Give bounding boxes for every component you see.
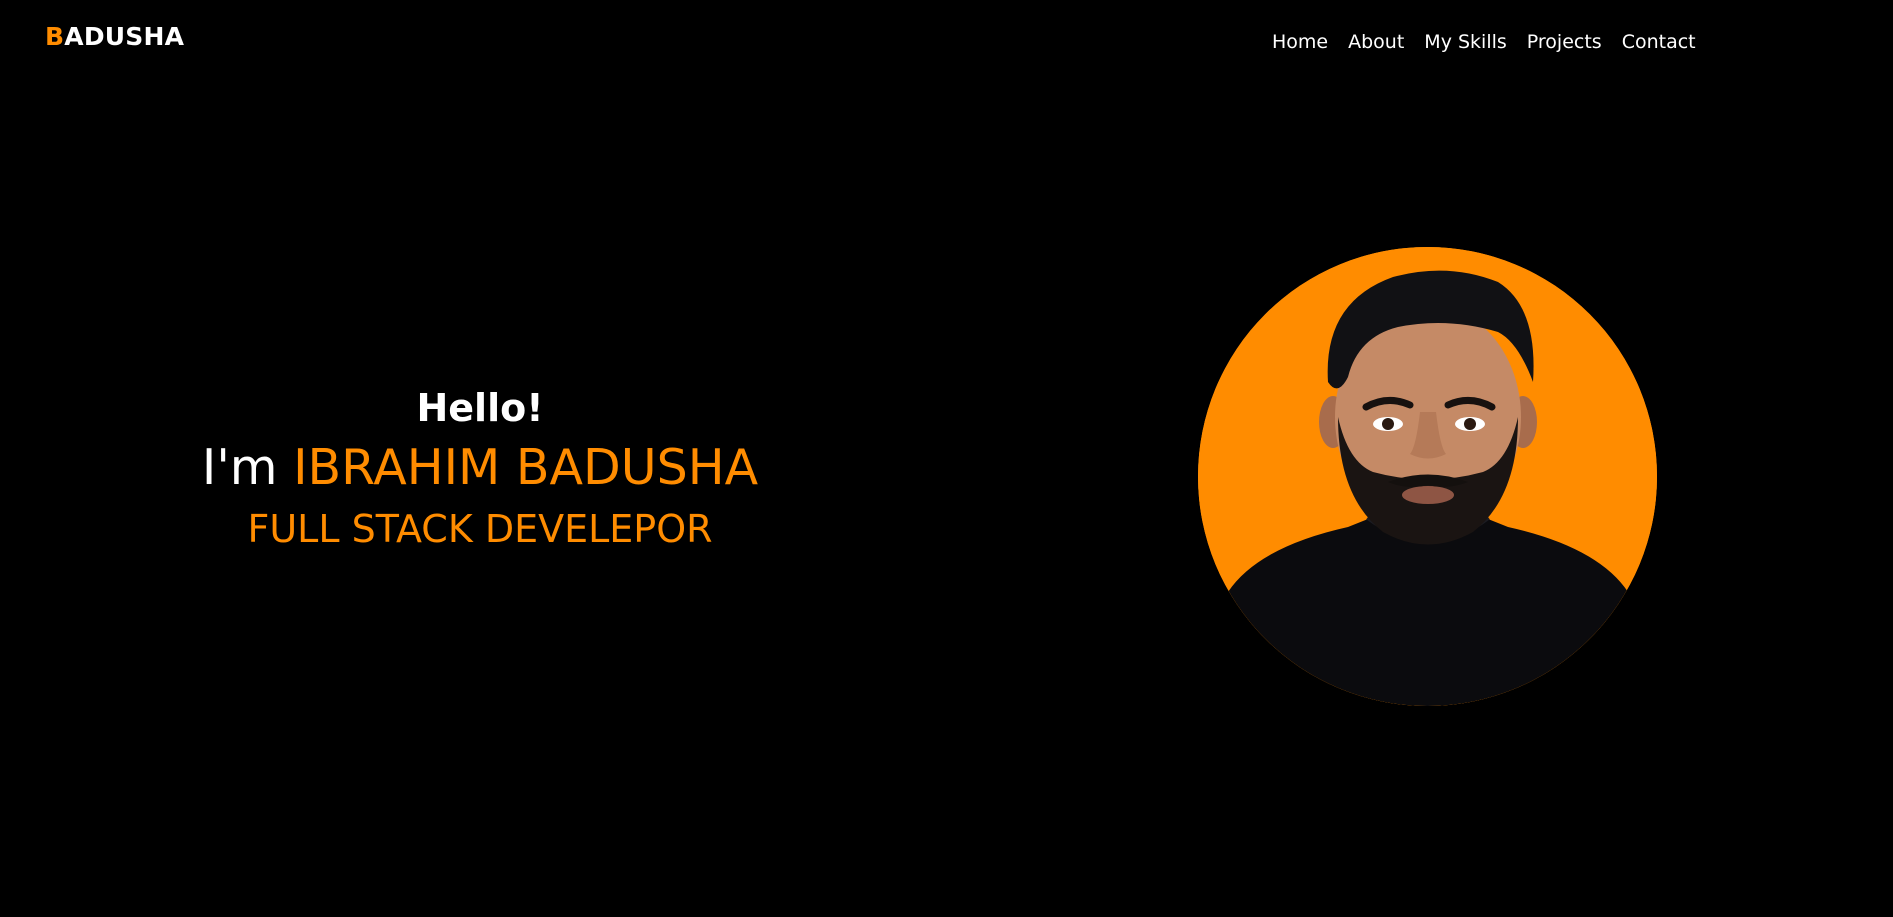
hero-name: IBRAHIM BADUSHA [293,439,759,496]
nav-contact-link[interactable]: Contact [1622,28,1696,56]
hero-intro-prefix: I'm [201,439,278,496]
site-logo[interactable]: BADUSHA [45,22,184,52]
logo-accent-letter: B [45,22,65,51]
page: BADUSHA Home About My Skills Projects Co… [0,0,1893,917]
nav-skills-link[interactable]: My Skills [1424,28,1506,56]
hero-role: FULL STACK DEVELEPOR [247,507,713,551]
nav-about-link[interactable]: About [1348,28,1404,56]
hero-intro: I'm IBRAHIM BADUSHA [180,436,780,500]
logo-text: ADUSHA [64,22,185,51]
profile-photo [1198,247,1657,706]
nav-home-link[interactable]: Home [1272,28,1328,56]
hero-text: Hello! I'm IBRAHIM BADUSHA FULL STACK DE… [180,380,780,558]
main-nav: Home About My Skills Projects Contact [1272,28,1696,56]
profile-photo-icon [1198,247,1657,706]
hero-greeting: Hello! [416,386,544,430]
nav-projects-link[interactable]: Projects [1527,28,1602,56]
